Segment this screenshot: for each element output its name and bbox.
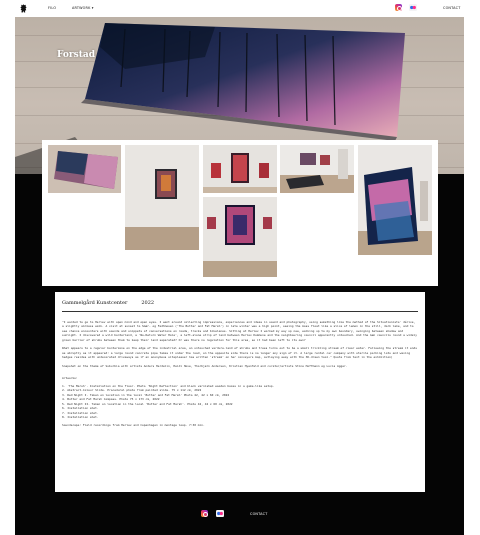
instagram-icon[interactable]: [395, 4, 403, 12]
exhibition-year: 2022: [141, 300, 155, 306]
berlin-bear-logo-icon[interactable]: [20, 4, 27, 13]
nav-link-contact[interactable]: CONTACT: [443, 6, 460, 10]
gallery-thumbnail[interactable]: [280, 145, 354, 193]
participants-paragraph: Snapshot on the theme of Suburbia with a…: [62, 363, 348, 368]
gallery-thumbnail[interactable]: [48, 145, 121, 193]
flickr-icon[interactable]: [216, 510, 224, 517]
list-item: 8. Installation shot.: [62, 415, 99, 419]
nav-link-filo[interactable]: FILO: [48, 6, 56, 10]
top-navigation: FILO ARTWORK ▾ CONTACT: [0, 0, 480, 17]
gallery-panel: [42, 140, 438, 286]
nav-link-artwork-label: ARTWORK: [72, 6, 91, 10]
divider: [62, 311, 418, 312]
soundscape-note: Soundscape: Field recordings from Herlev…: [62, 422, 205, 427]
instagram-icon[interactable]: [201, 510, 209, 518]
chevron-down-icon: ▾: [91, 6, 94, 10]
gallery-thumbnail[interactable]: [203, 197, 277, 277]
gallery-thumbnail[interactable]: [358, 145, 432, 255]
flickr-icon[interactable]: [409, 4, 417, 11]
exhibition-venue: Gammelgård Kunstcenter: [62, 300, 128, 306]
page-title: Forstad: [57, 50, 95, 60]
gallery-thumbnail[interactable]: [203, 145, 277, 193]
nav-link-artwork[interactable]: ARTWORK ▾: [72, 6, 94, 10]
gallery-thumbnail[interactable]: [125, 145, 199, 250]
exhibition-card: Gammelgård Kunstcenter 2022 "I wanted to…: [55, 292, 425, 492]
card-header: Gammelgård Kunstcenter 2022: [62, 300, 418, 306]
artworks-heading: Artworks:: [62, 376, 78, 380]
artworks-list: 1. 'The Marsh'. Installation on the floo…: [62, 384, 418, 420]
quote-paragraph: What appears to a regular borderzone on …: [62, 346, 418, 359]
quote-paragraph: "I wanted to go to Herlev with open mind…: [62, 319, 418, 342]
footer-contact-link[interactable]: CONTACT: [250, 512, 267, 516]
